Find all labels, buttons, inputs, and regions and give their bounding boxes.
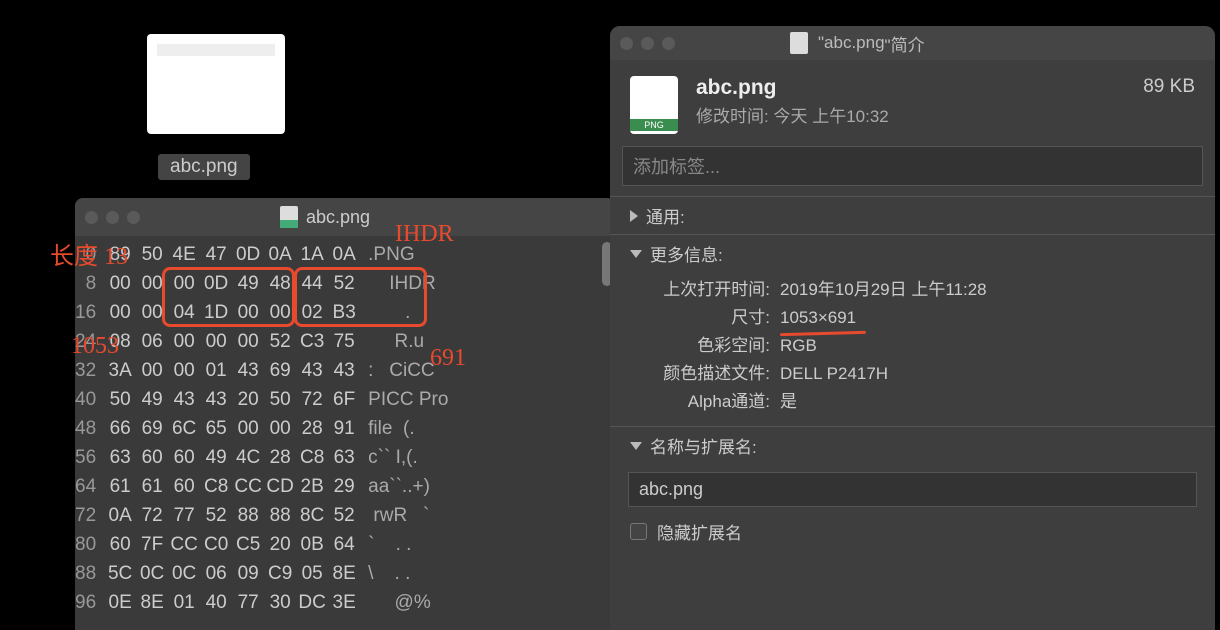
hex-offset: 80: [75, 530, 96, 559]
alpha-label: Alpha通道:: [630, 388, 770, 416]
hex-row: 607FCCC0C5200B64: [104, 530, 360, 559]
hex-ascii-row: rwR `: [368, 501, 615, 530]
file-icon: [280, 206, 298, 228]
info-properties: 上次打开时间: 2019年10月29日 上午11:28 尺寸: 1053×691 色…: [610, 272, 1215, 426]
annotation-length: 长度 13: [50, 236, 128, 271]
hex-offset: 40: [75, 385, 96, 414]
info-title-filename: abc.png: [824, 33, 885, 53]
info-title-suffix: "简介: [885, 31, 925, 56]
hex-offset: 16: [75, 298, 96, 327]
hide-extension-checkbox[interactable]: [630, 523, 647, 540]
chevron-down-icon: [630, 250, 642, 258]
annotation-height: 691: [430, 345, 466, 372]
hex-ascii-row: \ . .: [368, 559, 615, 588]
last-opened-value: 2019年10月29日 上午11:28: [780, 276, 987, 304]
file-size: 89 KB: [1143, 76, 1195, 98]
info-filename: abc.png: [696, 76, 889, 100]
hex-ascii-row: IHDR: [368, 269, 615, 298]
hex-offset: 48: [75, 414, 96, 443]
hex-viewer-window: abc.png 081624324048566472808896 89504E4…: [75, 198, 615, 630]
color-profile-value: DELL P2417H: [780, 360, 888, 388]
hex-row: 0A72775288888C52: [104, 501, 360, 530]
hex-offset: 32: [75, 356, 96, 385]
hex-row: 3A00000143694343: [104, 356, 360, 385]
dimensions-label: 尺寸:: [630, 304, 770, 332]
file-thumbnail-icon: [630, 76, 678, 134]
hex-ascii-row: file (.: [368, 414, 615, 443]
hex-row: 0000000D49484452: [104, 269, 360, 298]
desktop-file-thumbnail[interactable]: [147, 34, 285, 134]
hex-ascii-row: ` . .: [368, 530, 615, 559]
hex-window-titlebar[interactable]: abc.png: [75, 198, 615, 236]
hex-row: 0000041D000002B3: [104, 298, 360, 327]
hex-row: 89504E470D0A1A0A: [104, 240, 360, 269]
dimensions-value: 1053×691: [780, 304, 856, 332]
desktop-file-name[interactable]: abc.png: [158, 154, 250, 180]
hex-row: 66696C6500002891: [104, 414, 360, 443]
colorspace-value: RGB: [780, 332, 817, 360]
tags-input[interactable]: 添加标签...: [622, 146, 1203, 186]
color-profile-label: 颜色描述文件:: [630, 360, 770, 388]
alpha-value: 是: [780, 388, 797, 416]
colorspace-label: 色彩空间:: [630, 332, 770, 360]
section-more-info[interactable]: 更多信息:: [610, 234, 1215, 272]
hex-row: 080600000052C375: [104, 327, 360, 356]
hex-offset: 88: [75, 559, 96, 588]
minimize-icon[interactable]: [641, 37, 654, 50]
hex-ascii-row: R.u: [368, 327, 615, 356]
hex-row: 5C0C0C0609C9058E: [104, 559, 360, 588]
hide-extension-row[interactable]: 隐藏扩展名: [610, 515, 1215, 548]
minimize-icon[interactable]: [106, 211, 119, 224]
hex-row: 504943432050726F: [104, 385, 360, 414]
hex-offset: 72: [75, 501, 96, 530]
get-info-window: "abc.png"简介 abc.png 修改时间: 今天 上午10:32 89 …: [610, 26, 1215, 630]
file-icon: [790, 32, 808, 54]
hex-window-title: abc.png: [306, 207, 370, 228]
hex-offset: 64: [75, 472, 96, 501]
zoom-icon[interactable]: [127, 211, 140, 224]
hex-ascii-row: PICC Pro: [368, 385, 615, 414]
hex-offset: 8: [75, 269, 96, 298]
name-input[interactable]: abc.png: [628, 472, 1197, 507]
window-controls[interactable]: [85, 211, 140, 224]
hex-ascii-row: : CiCC: [368, 356, 615, 385]
hex-row: 616160C8CCCD2B29: [104, 472, 360, 501]
hex-ascii-row: aa``..+): [368, 472, 615, 501]
modified-label: 修改时间:: [696, 107, 769, 126]
hide-extension-label: 隐藏扩展名: [657, 519, 742, 544]
hex-offset: 56: [75, 443, 96, 472]
hex-row: 0E8E01407730DC3E: [104, 588, 360, 617]
hex-offset: 96: [75, 588, 96, 617]
window-controls[interactable]: [620, 37, 675, 50]
annotation-width: 1053: [71, 333, 119, 360]
annotation-ihdr: IHDR: [395, 221, 454, 248]
chevron-right-icon: [630, 210, 638, 222]
section-general[interactable]: 通用:: [610, 196, 1215, 234]
hex-row: 636060494C28C863: [104, 443, 360, 472]
chevron-down-icon: [630, 442, 642, 450]
hex-ascii-row: @%: [368, 588, 615, 617]
hex-ascii-row: .: [368, 298, 615, 327]
modified-value: 今天 上午10:32: [773, 107, 888, 126]
zoom-icon[interactable]: [662, 37, 675, 50]
close-icon[interactable]: [620, 37, 633, 50]
section-name-ext[interactable]: 名称与扩展名:: [610, 426, 1215, 464]
info-window-titlebar[interactable]: "abc.png"简介: [610, 26, 1215, 60]
last-opened-label: 上次打开时间:: [630, 276, 770, 304]
hex-ascii-row: c`` I,(.: [368, 443, 615, 472]
close-icon[interactable]: [85, 211, 98, 224]
